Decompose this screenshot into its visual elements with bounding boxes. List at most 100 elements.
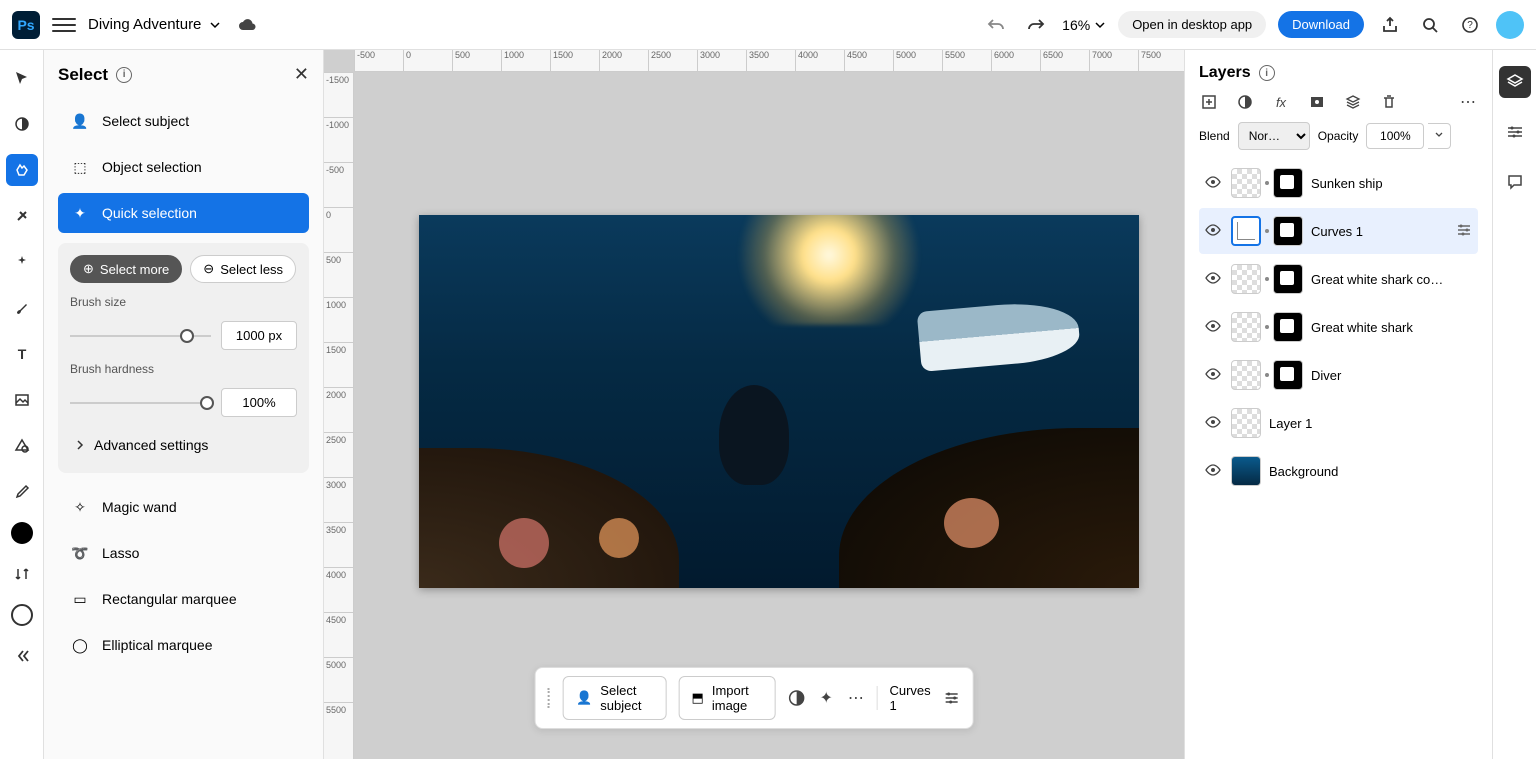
ruler-tick: 1500 bbox=[550, 50, 599, 71]
brush-hardness-slider[interactable] bbox=[70, 402, 211, 404]
opacity-caret[interactable] bbox=[1428, 123, 1451, 149]
ruler-tick: 1500 bbox=[324, 342, 353, 387]
info-icon[interactable]: i bbox=[116, 67, 132, 83]
image-tool[interactable] bbox=[6, 384, 38, 416]
visibility-icon[interactable] bbox=[1205, 222, 1223, 241]
layer-thumbnail[interactable] bbox=[1231, 456, 1261, 486]
mask-thumbnail[interactable] bbox=[1273, 312, 1303, 342]
quick-selection-item[interactable]: ✦Quick selection bbox=[58, 193, 309, 233]
select-subject-item[interactable]: 👤Select subject bbox=[58, 101, 309, 141]
visibility-icon[interactable] bbox=[1205, 414, 1223, 433]
visibility-icon[interactable] bbox=[1205, 462, 1223, 481]
layer-thumbnail[interactable] bbox=[1231, 168, 1261, 198]
opacity-field[interactable] bbox=[1366, 123, 1424, 149]
magic-wand-item[interactable]: ✧Magic wand bbox=[58, 487, 309, 527]
properties-tab-icon[interactable] bbox=[1499, 116, 1531, 148]
visibility-icon[interactable] bbox=[1205, 270, 1223, 289]
background-color[interactable] bbox=[11, 604, 33, 626]
more-icon[interactable]: ⋯ bbox=[1458, 92, 1478, 112]
layer-thumbnail[interactable] bbox=[1231, 312, 1261, 342]
mask-thumbnail[interactable] bbox=[1273, 216, 1303, 246]
brush-size-field[interactable] bbox=[221, 321, 297, 350]
move-tool[interactable] bbox=[6, 62, 38, 94]
mask-thumbnail[interactable] bbox=[1273, 360, 1303, 390]
collapse-icon[interactable] bbox=[6, 640, 38, 672]
zoom-level[interactable]: 16% bbox=[1062, 17, 1106, 33]
rectangular-marquee-item[interactable]: ▭Rectangular marquee bbox=[58, 579, 309, 619]
ruler-tick: 7500 bbox=[1138, 50, 1184, 71]
brush-size-slider[interactable] bbox=[70, 335, 211, 337]
layer-thumbnail[interactable] bbox=[1231, 360, 1261, 390]
select-less-button[interactable]: ⊖Select less bbox=[190, 255, 296, 283]
canvas-image[interactable] bbox=[419, 215, 1139, 588]
lasso-item[interactable]: ➰Lasso bbox=[58, 533, 309, 573]
visibility-icon[interactable] bbox=[1205, 174, 1223, 193]
adjust-tool[interactable] bbox=[6, 108, 38, 140]
ctx-settings-icon[interactable] bbox=[943, 686, 961, 710]
blend-select[interactable]: Nor… bbox=[1238, 122, 1310, 150]
object-selection-item[interactable]: ⬚Object selection bbox=[58, 147, 309, 187]
layer-row[interactable]: Diver bbox=[1199, 352, 1478, 398]
ctx-sparkle-icon[interactable]: ✦ bbox=[817, 686, 835, 710]
mask-thumbnail[interactable] bbox=[1273, 168, 1303, 198]
layers-tab-icon[interactable] bbox=[1499, 66, 1531, 98]
ai-tool[interactable] bbox=[6, 246, 38, 278]
layer-row[interactable]: Curves 1 bbox=[1199, 208, 1478, 254]
share-icon[interactable] bbox=[1376, 11, 1404, 39]
undo-icon[interactable] bbox=[982, 11, 1010, 39]
mask-mode-icon[interactable] bbox=[1235, 92, 1255, 112]
canvas-area[interactable]: -500050010001500200025003000350040004500… bbox=[324, 50, 1184, 759]
ruler-tick: 2500 bbox=[648, 50, 697, 71]
layer-row[interactable]: Background bbox=[1199, 448, 1478, 494]
menu-icon[interactable] bbox=[52, 13, 76, 37]
add-layer-icon[interactable] bbox=[1199, 92, 1219, 112]
redo-icon[interactable] bbox=[1022, 11, 1050, 39]
mask-thumbnail[interactable] bbox=[1273, 264, 1303, 294]
fx-icon[interactable]: fx bbox=[1271, 92, 1291, 112]
shape-tool[interactable] bbox=[6, 430, 38, 462]
foreground-color[interactable] bbox=[11, 522, 33, 544]
document-title[interactable]: Diving Adventure bbox=[88, 16, 221, 33]
elliptical-marquee-item[interactable]: ◯Elliptical marquee bbox=[58, 625, 309, 665]
cloud-icon[interactable] bbox=[233, 11, 261, 39]
layer-row[interactable]: Layer 1 bbox=[1199, 400, 1478, 446]
person-icon: 👤 bbox=[70, 111, 90, 131]
brush-tool[interactable] bbox=[6, 292, 38, 324]
layer-row[interactable]: Great white shark co… bbox=[1199, 256, 1478, 302]
selection-tool[interactable] bbox=[6, 154, 38, 186]
select-more-button[interactable]: ⊕Select more bbox=[70, 255, 182, 283]
heal-tool[interactable] bbox=[6, 200, 38, 232]
comments-tab-icon[interactable] bbox=[1499, 166, 1531, 198]
visibility-icon[interactable] bbox=[1205, 318, 1223, 337]
close-icon[interactable]: ✕ bbox=[294, 64, 309, 85]
avatar[interactable] bbox=[1496, 11, 1524, 39]
layer-settings-icon[interactable] bbox=[1456, 222, 1472, 241]
ruler-tick: 5000 bbox=[893, 50, 942, 71]
swap-colors-icon[interactable] bbox=[6, 558, 38, 590]
curves-thumbnail[interactable] bbox=[1231, 216, 1261, 246]
ctx-adjust-icon[interactable] bbox=[787, 686, 805, 710]
ctx-import-image-button[interactable]: ⬒Import image bbox=[679, 676, 776, 720]
eyedropper-tool[interactable] bbox=[6, 476, 38, 508]
trash-icon[interactable] bbox=[1379, 92, 1399, 112]
layer-row[interactable]: Great white shark bbox=[1199, 304, 1478, 350]
advanced-settings[interactable]: Advanced settings bbox=[70, 429, 297, 461]
ctx-layer-name: Curves 1 bbox=[889, 683, 930, 713]
ctx-more-icon[interactable]: ⋯ bbox=[847, 686, 865, 710]
brush-hardness-field[interactable] bbox=[221, 388, 297, 417]
open-desktop-button[interactable]: Open in desktop app bbox=[1118, 11, 1266, 38]
visibility-icon[interactable] bbox=[1205, 366, 1223, 385]
drag-handle[interactable] bbox=[548, 688, 551, 708]
item-label: Elliptical marquee bbox=[102, 637, 213, 653]
layer-row[interactable]: Sunken ship bbox=[1199, 160, 1478, 206]
text-tool[interactable]: T bbox=[6, 338, 38, 370]
layer-thumbnail[interactable] bbox=[1231, 264, 1261, 294]
layer-thumbnail[interactable] bbox=[1231, 408, 1261, 438]
stack-icon[interactable] bbox=[1343, 92, 1363, 112]
help-icon[interactable]: ? bbox=[1456, 11, 1484, 39]
download-button[interactable]: Download bbox=[1278, 11, 1364, 38]
search-icon[interactable] bbox=[1416, 11, 1444, 39]
adjustment-icon[interactable] bbox=[1307, 92, 1327, 112]
ctx-select-subject-button[interactable]: 👤Select subject bbox=[563, 676, 666, 720]
info-icon[interactable]: i bbox=[1259, 65, 1275, 81]
